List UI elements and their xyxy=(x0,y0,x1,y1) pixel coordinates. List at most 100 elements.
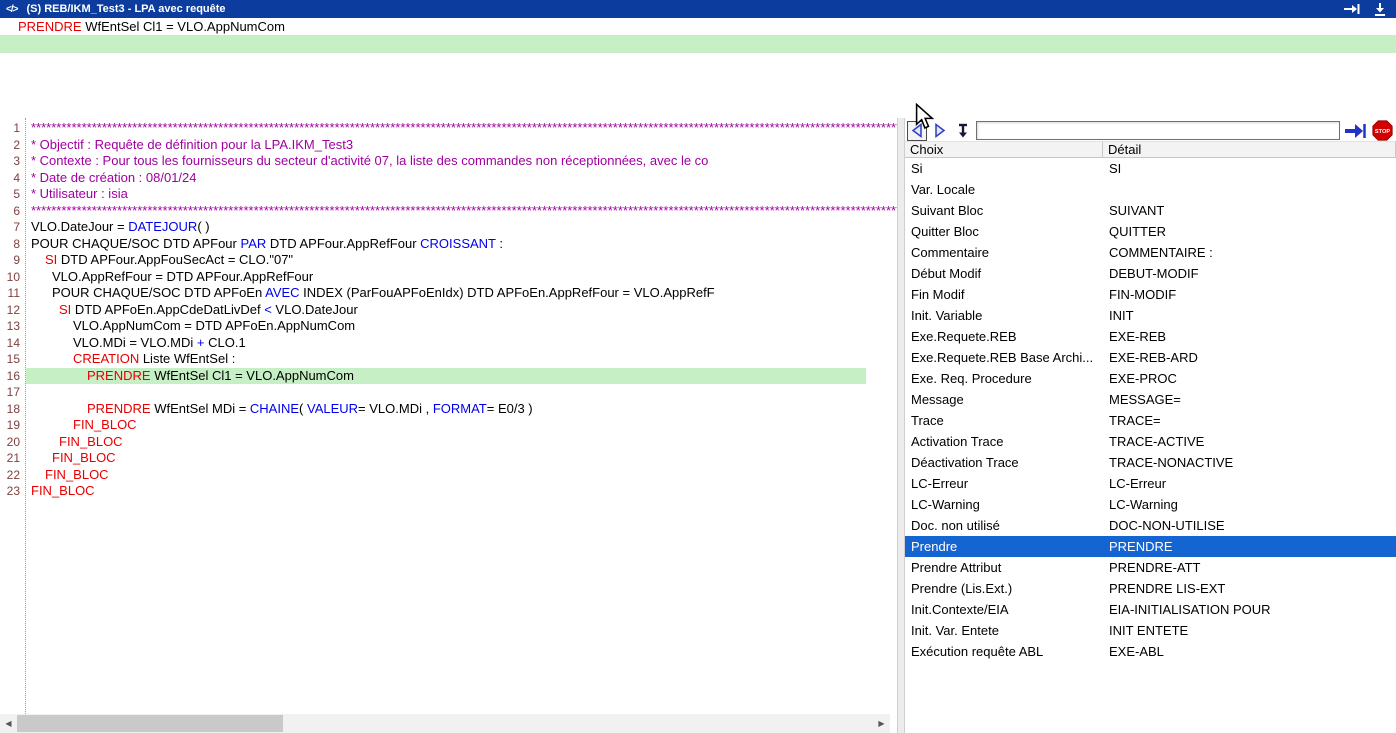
choice-row[interactable]: Quitter BlocQUITTER xyxy=(905,221,1396,242)
stop-button[interactable]: STOP xyxy=(1370,120,1394,141)
choice-row[interactable]: SiSI xyxy=(905,158,1396,179)
choice-cell: LC-Erreur xyxy=(905,473,1103,494)
code-line[interactable]: 12SI DTD APFoEn.AppCdeDatLivDef < VLO.Da… xyxy=(0,302,897,319)
code-line[interactable]: 22FIN_BLOC xyxy=(0,467,897,484)
line-number: 19 xyxy=(0,417,24,434)
code-line[interactable]: 19FIN_BLOC xyxy=(0,417,897,434)
code-line[interactable]: 5* Utilisateur : isia xyxy=(0,186,897,203)
code-text: VLO.DateJour = DATEJOUR( ) xyxy=(24,219,897,236)
list-header: Choix Détail xyxy=(905,141,1396,158)
code-text: FIN_BLOC xyxy=(24,417,897,434)
choice-row[interactable]: Exe. Req. ProcedureEXE-PROC xyxy=(905,368,1396,389)
horizontal-scrollbar[interactable]: ◀ ▶ xyxy=(0,714,890,733)
code-line[interactable]: 14VLO.MDi = VLO.MDi + CLO.1 xyxy=(0,335,897,352)
jump-to-end-icon[interactable] xyxy=(1343,3,1360,15)
scroll-left-button[interactable]: ◀ xyxy=(0,714,17,733)
choice-row[interactable]: Doc. non utiliséDOC-NON-UTILISE xyxy=(905,515,1396,536)
column-header-detail[interactable]: Détail xyxy=(1103,141,1396,158)
code-line[interactable]: 9SI DTD APFour.AppFouSecAct = CLO."07" xyxy=(0,252,897,269)
line-number: 15 xyxy=(0,351,24,368)
panel-divider[interactable] xyxy=(897,118,905,733)
code-line[interactable]: 8POUR CHAQUE/SOC DTD APFour PAR DTD APFo… xyxy=(0,236,897,253)
detail-cell: TRACE-ACTIVE xyxy=(1103,431,1396,452)
statement-preview-text: PRENDRE WfEntSel Cl1 = VLO.AppNumCom xyxy=(18,19,285,34)
code-line[interactable]: 16PRENDRE WfEntSel Cl1 = VLO.AppNumCom xyxy=(0,368,897,385)
line-number: 14 xyxy=(0,335,24,352)
choice-cell: Message xyxy=(905,389,1103,410)
window-title: (S) REB/IKM_Test3 - LPA avec requête xyxy=(26,3,225,15)
code-line[interactable]: 2* Objectif : Requête de définition pour… xyxy=(0,137,897,154)
choice-cell: Init. Variable xyxy=(905,305,1103,326)
download-icon[interactable] xyxy=(1374,3,1386,16)
scrollbar-track[interactable] xyxy=(17,714,873,733)
code-line[interactable]: 11POUR CHAQUE/SOC DTD APFoEn AVEC INDEX … xyxy=(0,285,897,302)
choice-cell: Exe. Req. Procedure xyxy=(905,368,1103,389)
code-line[interactable]: 13VLO.AppNumCom = DTD APFoEn.AppNumCom xyxy=(0,318,897,335)
choice-row[interactable]: Fin ModifFIN-MODIF xyxy=(905,284,1396,305)
scrollbar-thumb[interactable] xyxy=(17,715,283,732)
column-header-choix[interactable]: Choix xyxy=(905,141,1103,158)
code-line[interactable]: 17 xyxy=(0,384,897,401)
code-text: FIN_BLOC xyxy=(24,434,897,451)
choice-cell: Trace xyxy=(905,410,1103,431)
choice-row[interactable]: Init.Contexte/EIAEIA-INITIALISATION POUR xyxy=(905,599,1396,620)
insert-down-button[interactable] xyxy=(953,121,973,141)
line-number: 12 xyxy=(0,302,24,319)
choice-row[interactable]: CommentaireCOMMENTAIRE : xyxy=(905,242,1396,263)
choice-cell: Var. Locale xyxy=(905,179,1103,200)
code-line[interactable]: 6***************************************… xyxy=(0,203,897,220)
choice-row[interactable]: Déactivation TraceTRACE-NONACTIVE xyxy=(905,452,1396,473)
code-line[interactable]: 18PRENDRE WfEntSel MDi = CHAINE( VALEUR=… xyxy=(0,401,897,418)
choice-row[interactable]: Début ModifDEBUT-MODIF xyxy=(905,263,1396,284)
choice-row[interactable]: Exe.Requete.REBEXE-REB xyxy=(905,326,1396,347)
detail-cell: COMMENTAIRE : xyxy=(1103,242,1396,263)
choice-row[interactable]: Suivant BlocSUIVANT xyxy=(905,200,1396,221)
forward-button[interactable] xyxy=(930,121,950,141)
choice-row[interactable]: PrendrePRENDRE xyxy=(905,536,1396,557)
detail-cell: EIA-INITIALISATION POUR xyxy=(1103,599,1396,620)
choice-cell: Exe.Requete.REB xyxy=(905,326,1103,347)
choice-row[interactable]: MessageMESSAGE= xyxy=(905,389,1396,410)
detail-cell: SUIVANT xyxy=(1103,200,1396,221)
line-number: 7 xyxy=(0,219,24,236)
detail-cell: EXE-ABL xyxy=(1103,641,1396,662)
code-line[interactable]: 23FIN_BLOC xyxy=(0,483,897,500)
detail-cell: TRACE= xyxy=(1103,410,1396,431)
choice-row[interactable]: Exe.Requete.REB Base Archi...EXE-REB-ARD xyxy=(905,347,1396,368)
code-line[interactable]: 7VLO.DateJour = DATEJOUR( ) xyxy=(0,219,897,236)
code-line[interactable]: 1***************************************… xyxy=(0,120,897,137)
code-text: ****************************************… xyxy=(24,203,897,220)
choice-row[interactable]: Var. Locale xyxy=(905,179,1396,200)
back-button[interactable] xyxy=(907,121,927,141)
line-number: 17 xyxy=(0,384,24,401)
code-lines: 1***************************************… xyxy=(0,118,897,500)
choice-cell: Exe.Requete.REB Base Archi... xyxy=(905,347,1103,368)
code-line[interactable]: 4* Date de création : 08/01/24 xyxy=(0,170,897,187)
code-line[interactable]: 21FIN_BLOC xyxy=(0,450,897,467)
choice-row[interactable]: TraceTRACE= xyxy=(905,410,1396,431)
choice-row[interactable]: Exécution requête ABLEXE-ABL xyxy=(905,641,1396,662)
command-search-input[interactable] xyxy=(976,121,1340,140)
code-line[interactable]: 15CREATION Liste WfEntSel : xyxy=(0,351,897,368)
choice-row[interactable]: Init. VariableINIT xyxy=(905,305,1396,326)
scroll-right-button[interactable]: ▶ xyxy=(873,714,890,733)
choice-row[interactable]: LC-ErreurLC-Erreur xyxy=(905,473,1396,494)
code-line[interactable]: 10VLO.AppRefFour = DTD APFour.AppRefFour xyxy=(0,269,897,286)
code-line[interactable]: 20FIN_BLOC xyxy=(0,434,897,451)
choice-cell: Début Modif xyxy=(905,263,1103,284)
code-line[interactable]: 3* Contexte : Pour tous les fournisseurs… xyxy=(0,153,897,170)
choice-cell: Prendre xyxy=(905,536,1103,557)
code-text: FIN_BLOC xyxy=(24,483,897,500)
line-number: 9 xyxy=(0,252,24,269)
choice-row[interactable]: Init. Var. EnteteINIT ENTETE xyxy=(905,620,1396,641)
choice-list: SiSIVar. LocaleSuivant BlocSUIVANTQuitte… xyxy=(905,158,1396,733)
detail-cell: MESSAGE= xyxy=(1103,389,1396,410)
choice-row[interactable]: Prendre (Lis.Ext.)PRENDRE LIS-EXT xyxy=(905,578,1396,599)
insert-command-icon[interactable] xyxy=(1343,120,1367,141)
detail-cell: TRACE-NONACTIVE xyxy=(1103,452,1396,473)
choice-row[interactable]: Activation TraceTRACE-ACTIVE xyxy=(905,431,1396,452)
statement-preview[interactable]: PRENDRE WfEntSel Cl1 = VLO.AppNumCom xyxy=(0,18,1396,35)
code-text: POUR CHAQUE/SOC DTD APFoEn AVEC INDEX (P… xyxy=(24,285,897,302)
choice-row[interactable]: LC-WarningLC-Warning xyxy=(905,494,1396,515)
choice-row[interactable]: Prendre AttributPRENDRE-ATT xyxy=(905,557,1396,578)
